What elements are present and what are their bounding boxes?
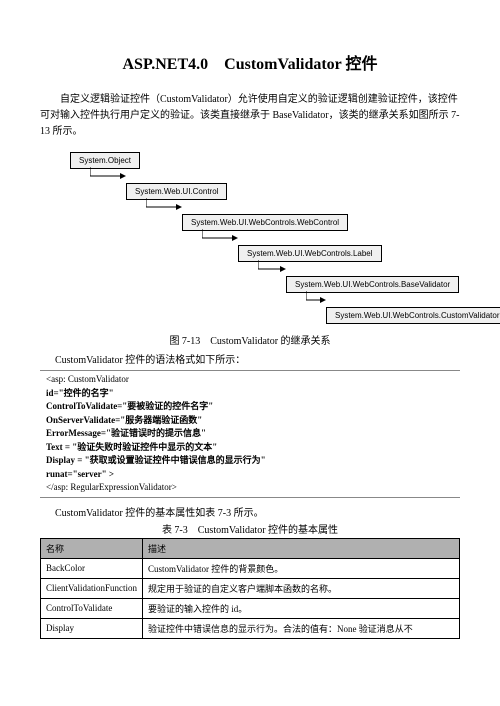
code-line: ControlToValidate="要被验证的控件名字" (40, 400, 460, 414)
table-caption: 表 7-3 CustomValidator 控件的基本属性 (40, 521, 460, 536)
table-row: ClientValidationFunction规定用于验证的自定义客户端脚本函… (41, 578, 460, 598)
table-row: BackColorCustomValidator 控件的背景颜色。 (41, 558, 460, 578)
table-row: ControlToValidate要验证的输入控件的 id。 (41, 598, 460, 618)
figure-caption: 图 7-13 CustomValidator 的继承关系 (40, 332, 460, 347)
code-line: id="控件的名字" (40, 387, 460, 401)
code-line: <asp: CustomValidator (40, 373, 460, 387)
code-line: </asp: RegularExpressionValidator> (40, 481, 460, 495)
code-block: <asp: CustomValidator id="控件的名字" Control… (40, 370, 460, 498)
code-line: runat="server" > (40, 468, 460, 482)
page-title: ASP.NET4.0 CustomValidator 控件 (40, 50, 460, 74)
code-line: Display = "获取或设置验证控件中错误信息的显示行为" (40, 454, 460, 468)
table-row: Display验证控件中错误信息的显示行为。合法的值有：None 验证消息从不 (41, 618, 460, 638)
inheritance-diagram: System.Object System.Web.UI.Control Syst… (40, 152, 460, 324)
code-line: Text = "验证失败时验证控件中显示的文本" (40, 441, 460, 455)
intro-paragraph: 自定义逻辑验证控件（CustomValidator）允许使用自定义的验证逻辑创建… (40, 92, 460, 140)
properties-table: 名称 描述 BackColorCustomValidator 控件的背景颜色。 … (40, 538, 460, 639)
code-line: OnServerValidate="服务器端验证函数" (40, 414, 460, 428)
table-intro: CustomValidator 控件的基本属性如表 7-3 所示。 (40, 504, 460, 519)
th-desc: 描述 (143, 538, 460, 558)
code-line: ErrorMessage="验证错误时的提示信息" (40, 427, 460, 441)
th-name: 名称 (41, 538, 143, 558)
syntax-intro: CustomValidator 控件的语法格式如下所示： (40, 351, 460, 366)
node-customvalidator: System.Web.UI.WebControls.CustomValidato… (326, 307, 500, 324)
